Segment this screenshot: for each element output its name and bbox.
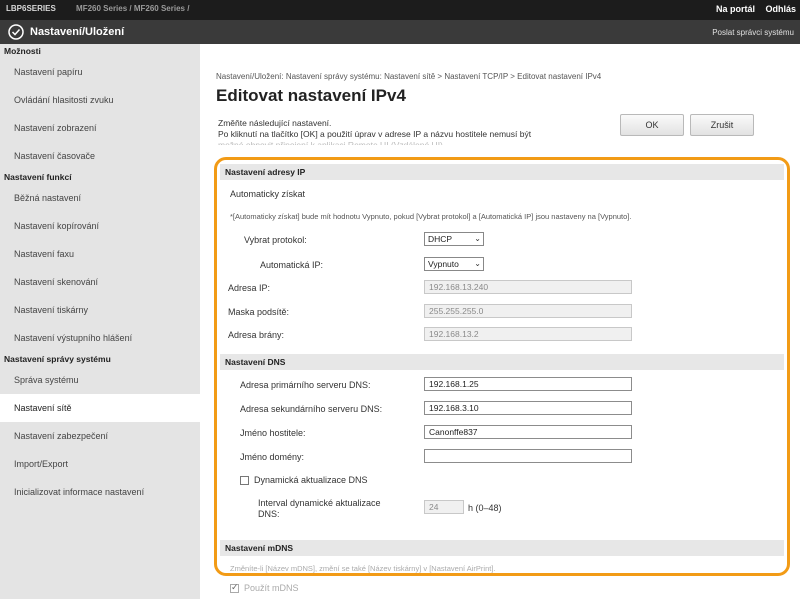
portal-link[interactable]: Na portál bbox=[716, 4, 755, 14]
subnet-mask-field[interactable]: 255.255.255.0 bbox=[424, 304, 632, 318]
host-name-label: Jméno hostitele: bbox=[240, 428, 306, 438]
sidebar-section-title: Možnosti bbox=[4, 46, 41, 56]
dns-interval-unit: h (0–48) bbox=[468, 503, 502, 513]
sidebar-item-common-settings[interactable]: Běžná nastavení bbox=[0, 184, 200, 212]
ok-button[interactable]: OK bbox=[620, 114, 684, 136]
chevron-down-icon: ⌄ bbox=[474, 259, 481, 268]
use-mdns-checkbox[interactable] bbox=[230, 582, 239, 593]
host-name-input[interactable]: Canonffe837 bbox=[424, 425, 632, 439]
auto-ip-value: Vypnuto bbox=[428, 259, 459, 269]
secondary-dns-input[interactable]: 192.168.3.10 bbox=[424, 401, 632, 415]
info-line: Po kliknutí na tlačítko [OK] a použití ú… bbox=[218, 129, 532, 139]
dynamic-dns-checkbox[interactable] bbox=[240, 476, 249, 485]
cancel-button[interactable]: Zrušit bbox=[690, 114, 754, 136]
device-name: LBP6SERIES MF260 Series / MF260 Series / bbox=[6, 4, 190, 13]
protocol-select[interactable]: DHCP ⌄ bbox=[424, 232, 484, 246]
mdns-note: Změníte-li [Název mDNS], změní se také [… bbox=[230, 564, 496, 573]
main-content: Nastavení/Uložení: Nastavení správy syst… bbox=[200, 44, 800, 599]
sidebar-item-display-settings[interactable]: Nastavení zobrazení bbox=[0, 114, 200, 142]
info-line: Změňte následující nastavení. bbox=[218, 118, 332, 128]
sidebar-item-security-settings[interactable]: Nastavení zabezpečení bbox=[0, 422, 200, 450]
auto-ip-label: Automatická IP: bbox=[260, 260, 324, 270]
secondary-dns-label: Adresa sekundárního serveru DNS: bbox=[240, 404, 383, 414]
top-bar: LBP6SERIES MF260 Series / MF260 Series /… bbox=[0, 0, 800, 20]
sidebar-item-import-export[interactable]: Import/Export bbox=[0, 450, 200, 478]
protocol-value: DHCP bbox=[428, 234, 453, 244]
logout-link[interactable]: Odhlás bbox=[765, 4, 796, 14]
domain-name-label: Jméno domény: bbox=[240, 452, 305, 462]
sidebar-item-printer-settings[interactable]: Nastavení tiskárny bbox=[0, 296, 200, 324]
sidebar-item-scan-settings[interactable]: Nastavení skenování bbox=[0, 268, 200, 296]
use-mdns-label: Použít mDNS bbox=[244, 583, 299, 593]
sidebar-item-copy-settings[interactable]: Nastavení kopírování bbox=[0, 212, 200, 240]
sidebar-item-network-settings[interactable]: Nastavení sítě bbox=[0, 394, 200, 422]
dns-section-header: Nastavení DNS bbox=[220, 354, 784, 370]
ip-address-field[interactable]: 192.168.13.240 bbox=[424, 280, 632, 294]
dns-interval-field[interactable]: 24 bbox=[424, 500, 464, 514]
breadcrumb: Nastavení/Uložení: Nastavení správy syst… bbox=[216, 72, 602, 81]
domain-name-input[interactable] bbox=[424, 449, 632, 463]
device-model: MF260 Series / MF260 Series / bbox=[76, 4, 190, 13]
ip-address-label: Adresa IP: bbox=[228, 283, 271, 293]
ip-section-header: Nastavení adresy IP bbox=[220, 164, 784, 180]
chevron-down-icon: ⌄ bbox=[474, 234, 481, 243]
send-to-admin-link[interactable]: Poslat správci systému bbox=[712, 28, 794, 37]
dynamic-dns-label: Dynamická aktualizace DNS bbox=[254, 475, 368, 485]
info-line: možné obnovit připojení k aplikaci Remot… bbox=[218, 140, 446, 145]
sidebar-item-fax-settings[interactable]: Nastavení faxu bbox=[0, 240, 200, 268]
protocol-label: Vybrat protokol: bbox=[244, 235, 307, 245]
subnet-mask-label: Maska podsítě: bbox=[228, 307, 290, 317]
header-title: Nastavení/Uložení bbox=[30, 26, 125, 38]
page-header: Nastavení/Uložení Poslat správci systému bbox=[0, 20, 800, 44]
sidebar-item-report-settings[interactable]: Nastavení výstupního hlášení bbox=[0, 324, 200, 352]
sidebar-item-timer-settings[interactable]: Nastavení časovače bbox=[0, 142, 200, 170]
sidebar-section-title: Nastavení správy systému bbox=[4, 354, 111, 364]
sidebar-item-volume-control[interactable]: Ovládání hlasitosti zvuku bbox=[0, 86, 200, 114]
sidebar-item-initialize-settings[interactable]: Inicializovat informace nastavení bbox=[0, 478, 200, 506]
sidebar-section-title: Nastavení funkcí bbox=[4, 172, 72, 182]
gateway-field[interactable]: 192.168.13.2 bbox=[424, 327, 632, 341]
sidebar-item-system-management[interactable]: Správa systému bbox=[0, 366, 200, 394]
primary-dns-input[interactable]: 192.168.1.25 bbox=[424, 377, 632, 391]
auto-get-note: *[Automaticky získat] bude mít hodnotu V… bbox=[230, 212, 632, 221]
sidebar-item-paper-settings[interactable]: Nastavení papíru bbox=[0, 58, 200, 86]
top-links: Na portál Odhlás bbox=[708, 4, 796, 14]
auto-get-label: Automaticky získat bbox=[230, 189, 306, 199]
settings-register-icon bbox=[8, 24, 24, 40]
dns-interval-label: Interval dynamické aktualizace DNS: bbox=[258, 498, 381, 519]
sidebar: Možnosti Nastavení papíru Ovládání hlasi… bbox=[0, 44, 200, 599]
gateway-label: Adresa brány: bbox=[228, 330, 285, 340]
info-text: Změňte následující nastavení. Po kliknut… bbox=[218, 118, 638, 145]
auto-ip-select[interactable]: Vypnuto ⌄ bbox=[424, 257, 484, 271]
page-title: Editovat nastavení IPv4 bbox=[216, 86, 406, 105]
mdns-section-header: Nastavení mDNS bbox=[220, 540, 784, 556]
primary-dns-label: Adresa primárního serveru DNS: bbox=[240, 380, 371, 390]
